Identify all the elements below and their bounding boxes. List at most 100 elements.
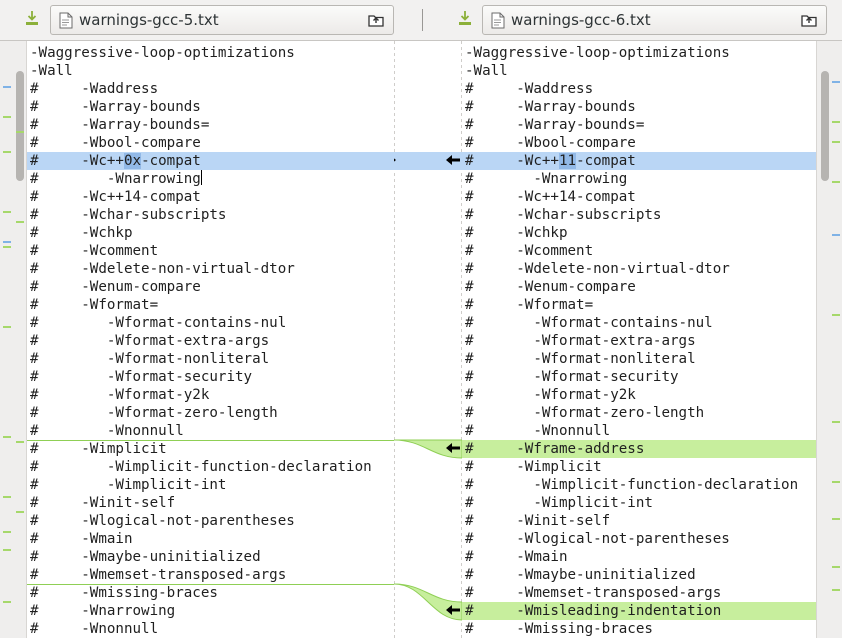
change-marker[interactable] [3,531,11,533]
text-line[interactable]: # -Wchkp [462,224,816,242]
text-line[interactable]: # -Wimplicit-int [27,476,394,494]
change-marker[interactable] [832,566,840,568]
right-scrollbar-thumb[interactable] [821,71,829,181]
change-marker[interactable] [832,589,840,591]
text-line[interactable]: # -Wbool-compare [27,134,394,152]
text-line[interactable]: # -Wformat-extra-args [27,332,394,350]
inserted-line[interactable]: # -Wmisleading-indentation [462,602,816,620]
text-line[interactable]: # -Wdelete-non-virtual-dtor [27,260,394,278]
left-scrollbar-thumb[interactable] [16,71,24,181]
text-line[interactable]: # -Wchar-subscripts [462,206,816,224]
text-line[interactable]: # -Wnonnull [462,422,816,440]
text-line[interactable]: # -Wc++14-compat [462,188,816,206]
text-line[interactable]: # -Wenum-compare [27,278,394,296]
right-file-chooser[interactable]: warnings-gcc-6.txt [482,5,827,35]
text-line[interactable]: # -Wnarrowing [27,170,394,188]
text-line[interactable]: # -Wmaybe-uninitialized [27,548,394,566]
text-line[interactable]: # -Wmain [462,548,816,566]
change-marker[interactable] [3,326,11,328]
text-line[interactable]: # -Wformat-nonliteral [462,350,816,368]
text-line[interactable]: # -Wchkp [27,224,394,242]
push-right-button[interactable] [394,155,398,167]
text-line[interactable]: # -Wformat-zero-length [27,404,394,422]
change-marker[interactable] [3,436,11,438]
text-line[interactable]: # -Wmemset-transposed-args [27,566,394,584]
change-marker[interactable] [3,246,11,248]
change-marker[interactable] [832,421,840,423]
change-marker[interactable] [16,441,24,443]
right-text-pane[interactable]: -Waggressive-loop-optimizations -Wall # … [462,41,816,638]
right-diff-map[interactable] [816,41,842,638]
text-line[interactable]: -Wall [27,62,394,80]
push-left-button[interactable] [446,443,462,455]
text-line[interactable]: # -Wc++14-compat [27,188,394,206]
text-line[interactable]: -Waggressive-loop-optimizations [27,44,394,62]
text-line[interactable]: # -Wimplicit-function-declaration [462,476,816,494]
change-marker[interactable] [832,121,840,123]
change-marker[interactable] [3,211,11,213]
text-line[interactable]: # -Wformat-contains-nul [27,314,394,332]
text-line[interactable]: # -Wcomment [27,242,394,260]
text-line[interactable]: # -Wimplicit [27,440,394,458]
text-line[interactable]: # -Wnarrowing [462,170,816,188]
text-line[interactable]: # -Wchar-subscripts [27,206,394,224]
text-line[interactable]: # -Wformat-y2k [462,386,816,404]
text-line[interactable]: # -Wdelete-non-virtual-dtor [462,260,816,278]
changed-line[interactable]: # -Wc++0x-compat [27,152,394,170]
text-line[interactable]: # -Wmaybe-uninitialized [462,566,816,584]
text-line[interactable]: # -Wformat-nonliteral [27,350,394,368]
text-line[interactable]: # -Warray-bounds= [462,116,816,134]
text-line[interactable]: # -Wbool-compare [462,134,816,152]
text-line[interactable]: # -Wformat-contains-nul [462,314,816,332]
text-line[interactable]: # -Wmissing-braces [27,584,394,602]
text-line[interactable]: # -Wmemset-transposed-args [462,584,816,602]
left-save-button[interactable] [22,8,42,32]
text-line[interactable]: # -Wformat-extra-args [462,332,816,350]
text-line[interactable]: # -Winit-self [462,512,816,530]
change-marker[interactable] [3,116,11,118]
text-line[interactable]: # -Wcomment [462,242,816,260]
text-line[interactable]: # -Warray-bounds [27,98,394,116]
right-scrollbar[interactable] [819,41,831,638]
text-line[interactable]: # -Warray-bounds= [27,116,394,134]
text-line[interactable]: # -Wnonnull [27,620,394,638]
text-line[interactable]: # -Wnarrowing [27,602,394,620]
text-line[interactable]: # -Wnonnull [27,422,394,440]
text-line[interactable]: # -Wlogical-not-parentheses [462,530,816,548]
change-marker[interactable] [3,86,11,88]
change-marker[interactable] [3,601,11,603]
push-left-button[interactable] [446,605,462,617]
change-marker[interactable] [3,151,11,153]
open-folder-icon[interactable] [801,12,818,27]
change-marker[interactable] [832,481,840,483]
text-line[interactable]: -Waggressive-loop-optimizations [462,44,816,62]
change-marker[interactable] [3,496,11,498]
left-diff-map[interactable] [0,41,27,638]
change-marker[interactable] [832,81,840,83]
text-line[interactable]: # -Wformat-security [462,368,816,386]
left-file-chooser[interactable]: warnings-gcc-5.txt [50,5,394,35]
change-marker[interactable] [832,314,840,316]
change-marker[interactable] [3,549,11,551]
text-line[interactable]: # -Winit-self [27,494,394,512]
right-save-button[interactable] [455,8,475,32]
changed-line[interactable]: # -Wc++11-compat [462,152,816,170]
change-marker[interactable] [16,221,24,223]
push-left-button[interactable] [446,155,462,167]
text-line[interactable]: # -Wimplicit-function-declaration [27,458,394,476]
text-line[interactable]: # -Wformat-zero-length [462,404,816,422]
text-line[interactable]: # -Wformat-security [27,368,394,386]
open-folder-icon[interactable] [368,12,385,27]
text-line[interactable]: # -Wformat-y2k [27,386,394,404]
change-marker[interactable] [3,241,11,243]
text-line[interactable]: # -Waddress [462,80,816,98]
text-line[interactable]: # -Wformat= [27,296,394,314]
text-line[interactable]: # -Waddress [27,80,394,98]
text-line[interactable]: # -Wenum-compare [462,278,816,296]
change-marker[interactable] [16,131,24,133]
change-marker[interactable] [16,511,24,513]
text-line[interactable]: # -Wimplicit-int [462,494,816,512]
change-marker[interactable] [832,234,840,236]
text-line[interactable]: # -Wmain [27,530,394,548]
text-line[interactable]: -Wall [462,62,816,80]
